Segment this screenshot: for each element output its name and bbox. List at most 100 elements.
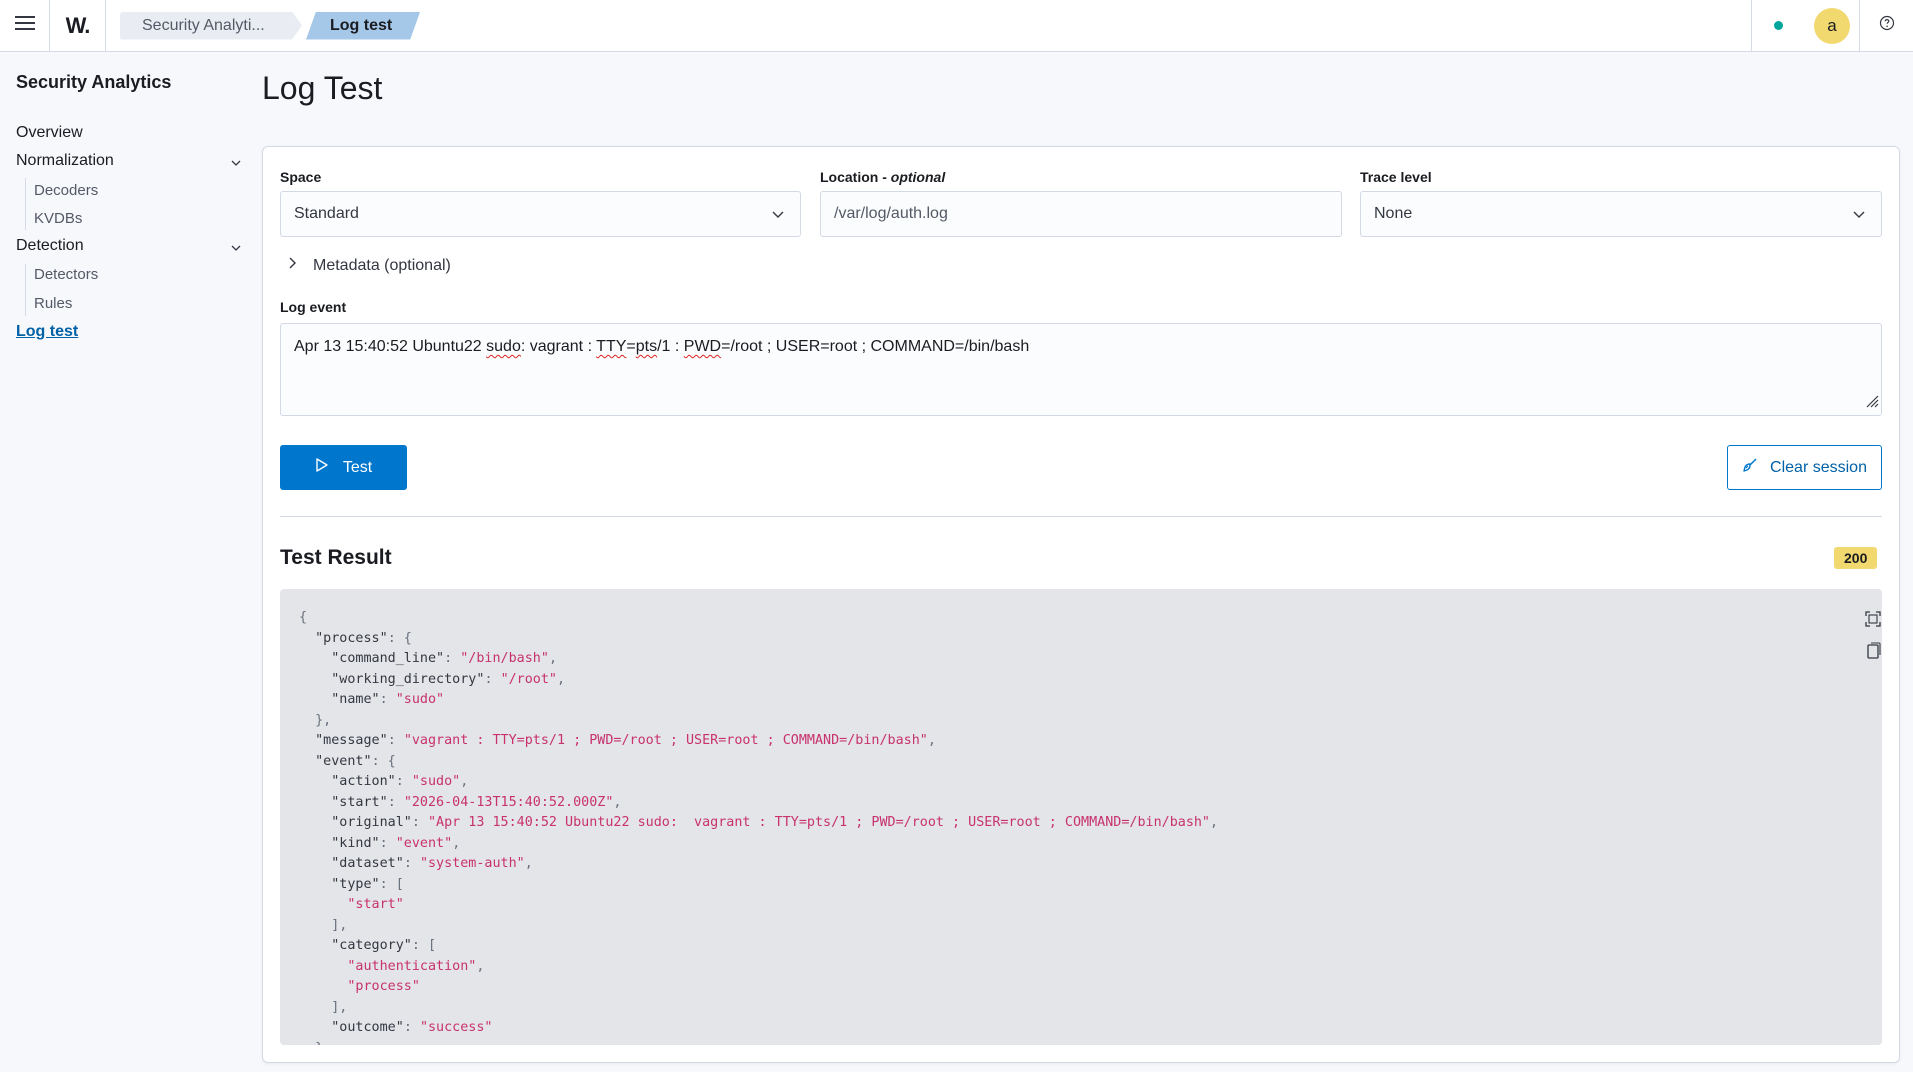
app-logo[interactable]: W. bbox=[50, 0, 106, 52]
json-punct: , bbox=[476, 958, 485, 974]
trace-level-select[interactable]: None bbox=[1360, 191, 1882, 237]
json-punct: : { bbox=[371, 753, 396, 769]
json-punct bbox=[299, 836, 331, 851]
json-punct bbox=[299, 938, 331, 953]
space-select[interactable]: Standard bbox=[280, 191, 801, 237]
json-punct bbox=[299, 754, 315, 769]
sidebar-item-decoders[interactable]: Decoders bbox=[34, 182, 98, 199]
json-string: "process" bbox=[347, 979, 420, 994]
tree-line bbox=[25, 264, 26, 316]
json-punct: }, bbox=[299, 1041, 331, 1046]
code-line: "dataset": "system-auth", bbox=[299, 854, 1218, 875]
json-punct bbox=[299, 856, 331, 871]
json-key: "working_directory" bbox=[331, 671, 485, 687]
breadcrumb-log-test[interactable]: Log test bbox=[306, 12, 420, 40]
json-punct: , bbox=[460, 774, 469, 789]
logo-text: W. bbox=[65, 12, 91, 38]
status-dot-icon bbox=[1774, 21, 1783, 30]
code-line: "event": { bbox=[299, 752, 1218, 773]
json-string: "vagrant : TTY=pts/1 ; PWD=/root ; USER=… bbox=[403, 733, 928, 748]
sidebar-item-detection[interactable]: Detection bbox=[16, 237, 84, 255]
code-line: "type": [ bbox=[299, 875, 1218, 896]
chevron-down-icon bbox=[770, 206, 786, 227]
fullscreen-icon[interactable] bbox=[1864, 610, 1882, 632]
chevron-down-icon[interactable] bbox=[230, 156, 242, 174]
json-result-code-block: { "process" : { "command_line": "/bin/bas… bbox=[280, 589, 1882, 1045]
avatar: a bbox=[1814, 7, 1850, 44]
menu-button[interactable] bbox=[0, 0, 50, 52]
location-value: /var/log/auth.log bbox=[834, 205, 948, 222]
health-status[interactable] bbox=[1751, 0, 1805, 52]
sidebar-item-rules[interactable]: Rules bbox=[34, 295, 72, 312]
status-badge: 200 bbox=[1834, 547, 1878, 569]
json-key: "message" bbox=[315, 733, 388, 748]
json-key: "name" bbox=[331, 692, 380, 707]
test-button[interactable]: Test bbox=[280, 445, 407, 490]
page-title: Log Test bbox=[262, 70, 383, 106]
sidebar-item-normalization[interactable]: Normalization bbox=[16, 152, 114, 170]
json-punct: : bbox=[484, 671, 501, 687]
sidebar-item-detectors[interactable]: Detectors bbox=[34, 266, 98, 283]
json-punct: , bbox=[524, 856, 533, 871]
code-line: "category": [ bbox=[299, 936, 1218, 957]
space-value: Standard bbox=[294, 205, 359, 222]
code-line: "action": "sudo", bbox=[299, 772, 1218, 793]
breadcrumb-security-analytics[interactable]: Security Analyti... bbox=[120, 12, 302, 40]
json-punct bbox=[299, 672, 331, 687]
location-input[interactable]: /var/log/auth.log bbox=[820, 191, 1342, 237]
broom-icon bbox=[1742, 457, 1770, 478]
copy-icon[interactable] bbox=[1864, 642, 1882, 664]
json-punct: ], bbox=[299, 917, 348, 933]
code-line: ], bbox=[299, 998, 1218, 1019]
log-test-panel: Space Standard Location - optional /var/… bbox=[262, 146, 1900, 1063]
breadcrumb: Security Analyti... Log test bbox=[106, 0, 424, 52]
json-key: "command_line" bbox=[331, 651, 445, 666]
chevron-right-icon bbox=[287, 256, 313, 275]
sidebar-item-kvdbs[interactable]: KVDBs bbox=[34, 210, 82, 227]
json-punct bbox=[299, 733, 315, 748]
sidebar-item-log-test[interactable]: Log test bbox=[16, 323, 78, 341]
code-line: }, bbox=[299, 1039, 1218, 1046]
metadata-accordion-toggle[interactable]: Metadata (optional) bbox=[287, 256, 451, 275]
json-punct: , bbox=[1210, 815, 1219, 830]
clear-session-button[interactable]: Clear session bbox=[1727, 445, 1882, 490]
hamburger-menu-icon bbox=[14, 15, 35, 36]
code-line: "outcome": "success" bbox=[299, 1018, 1218, 1039]
top-header: W. Security Analyti... Log test a bbox=[0, 0, 1913, 52]
json-punct bbox=[299, 897, 347, 912]
json-key: "kind" bbox=[331, 835, 380, 851]
help-button[interactable] bbox=[1859, 0, 1913, 52]
json-punct bbox=[299, 631, 315, 646]
json-punct bbox=[299, 815, 331, 830]
json-punct: , bbox=[927, 733, 936, 748]
clear-session-label: Clear session bbox=[1770, 458, 1867, 476]
json-punct bbox=[299, 651, 331, 666]
json-punct: : bbox=[403, 856, 420, 871]
code-line: ], bbox=[299, 916, 1218, 937]
divider bbox=[280, 516, 1882, 517]
trace-level-value: None bbox=[1374, 205, 1413, 222]
json-string: "/bin/bash" bbox=[460, 651, 549, 666]
log-event-textarea[interactable]: Apr 13 15:40:52 Ubuntu22 sudo: vagrant :… bbox=[280, 323, 1882, 416]
resize-handle-icon[interactable] bbox=[1863, 392, 1879, 413]
json-punct bbox=[299, 795, 331, 810]
json-punct: : [ bbox=[379, 876, 404, 892]
json-string: "system-auth" bbox=[419, 856, 525, 871]
code-lines: { "process" : { "command_line": "/bin/bas… bbox=[299, 608, 1218, 1045]
json-punct: : bbox=[444, 651, 461, 666]
code-line: }, bbox=[299, 711, 1218, 732]
log-event-label: Log event bbox=[280, 299, 347, 315]
code-line: "authentication", bbox=[299, 957, 1218, 978]
json-punct: : bbox=[395, 774, 412, 789]
json-punct: : bbox=[411, 815, 428, 830]
user-menu[interactable]: a bbox=[1805, 0, 1859, 52]
json-punct: : bbox=[387, 794, 404, 810]
sidebar-item-overview[interactable]: Overview bbox=[16, 124, 83, 142]
json-string: "/root" bbox=[500, 671, 557, 687]
code-line: { bbox=[299, 608, 1218, 629]
json-key: "outcome" bbox=[331, 1020, 404, 1035]
code-line: "original": "Apr 13 15:40:52 Ubuntu22 su… bbox=[299, 813, 1218, 834]
chevron-down-icon[interactable] bbox=[230, 241, 242, 259]
tree-line bbox=[25, 178, 26, 230]
json-key: "category" bbox=[331, 938, 412, 953]
